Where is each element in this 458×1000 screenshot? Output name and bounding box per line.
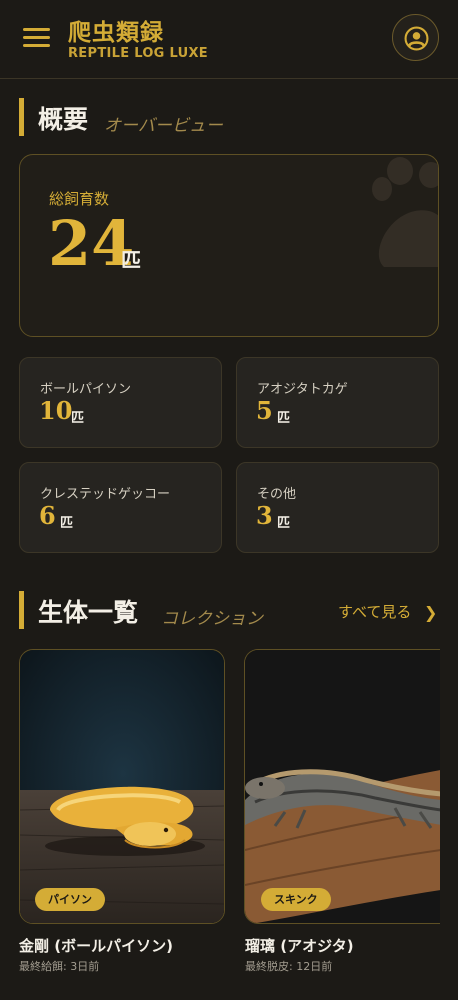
collection-item-name: 金剛 (ボールパイソン) — [19, 937, 173, 955]
total-label: 総飼育数 — [49, 190, 110, 208]
app-header: 爬虫類録 REPTILE LOG LUXE — [0, 0, 458, 79]
species-unit: 匹 — [60, 516, 74, 531]
section-accent-bar — [19, 591, 24, 629]
profile-button[interactable] — [392, 14, 439, 61]
species-count: 6 — [39, 501, 56, 530]
collection-item-meta: 最終脱皮: 12日前 — [245, 960, 333, 973]
chevron-right-icon[interactable]: ❯ — [424, 603, 437, 622]
overview-title: 概要 — [38, 105, 89, 134]
species-count: 3 — [256, 501, 273, 530]
species-card-crested-gecko[interactable]: クレステッドゲッコー 6 匹 — [19, 462, 222, 553]
app-title: 爬虫類録 — [68, 19, 164, 46]
ball-python-photo — [20, 650, 224, 923]
species-name: アオジタトカゲ — [257, 382, 348, 397]
species-unit: 匹 — [71, 411, 85, 426]
species-count: 5 — [256, 396, 273, 425]
paw-icon — [372, 157, 438, 267]
see-all-link[interactable]: すべて見る — [338, 601, 411, 622]
species-tag: スキンク — [261, 888, 331, 911]
species-unit: 匹 — [277, 411, 291, 426]
total-unit: 匹 — [121, 248, 141, 272]
species-card-other[interactable]: その他 3 匹 — [236, 462, 439, 553]
collection-subtitle: コレクション — [161, 609, 263, 629]
section-accent-bar — [19, 98, 24, 136]
blue-tongue-skink-photo — [245, 650, 440, 923]
species-name: クレステッドゲッコー — [40, 487, 171, 502]
hamburger-menu-icon[interactable] — [23, 28, 50, 48]
species-name: ボールパイソン — [40, 382, 132, 397]
species-card-blue-tongue[interactable]: アオジタトカゲ 5 匹 — [236, 357, 439, 448]
total-count-card: 総飼育数 24 匹 — [19, 154, 439, 337]
user-circle-icon — [404, 26, 429, 51]
app-subtitle: REPTILE LOG LUXE — [68, 46, 208, 61]
collection-item-meta: 最終給餌: 3日前 — [19, 960, 100, 973]
collection-card-skink[interactable]: スキンク — [244, 649, 440, 924]
overview-subtitle: オーバービュー — [104, 116, 223, 136]
species-name: その他 — [257, 487, 297, 502]
collection-title: 生体一覧 — [38, 598, 139, 627]
collection-item-name: 瑠璃 (アオジタ) — [245, 937, 354, 955]
species-count: 10 — [39, 396, 73, 425]
species-card-ball-python[interactable]: ボールパイソン 10 匹 — [19, 357, 222, 448]
species-tag: パイソン — [35, 888, 105, 911]
collection-card-python[interactable]: パイソン — [19, 649, 225, 924]
species-unit: 匹 — [277, 516, 291, 531]
